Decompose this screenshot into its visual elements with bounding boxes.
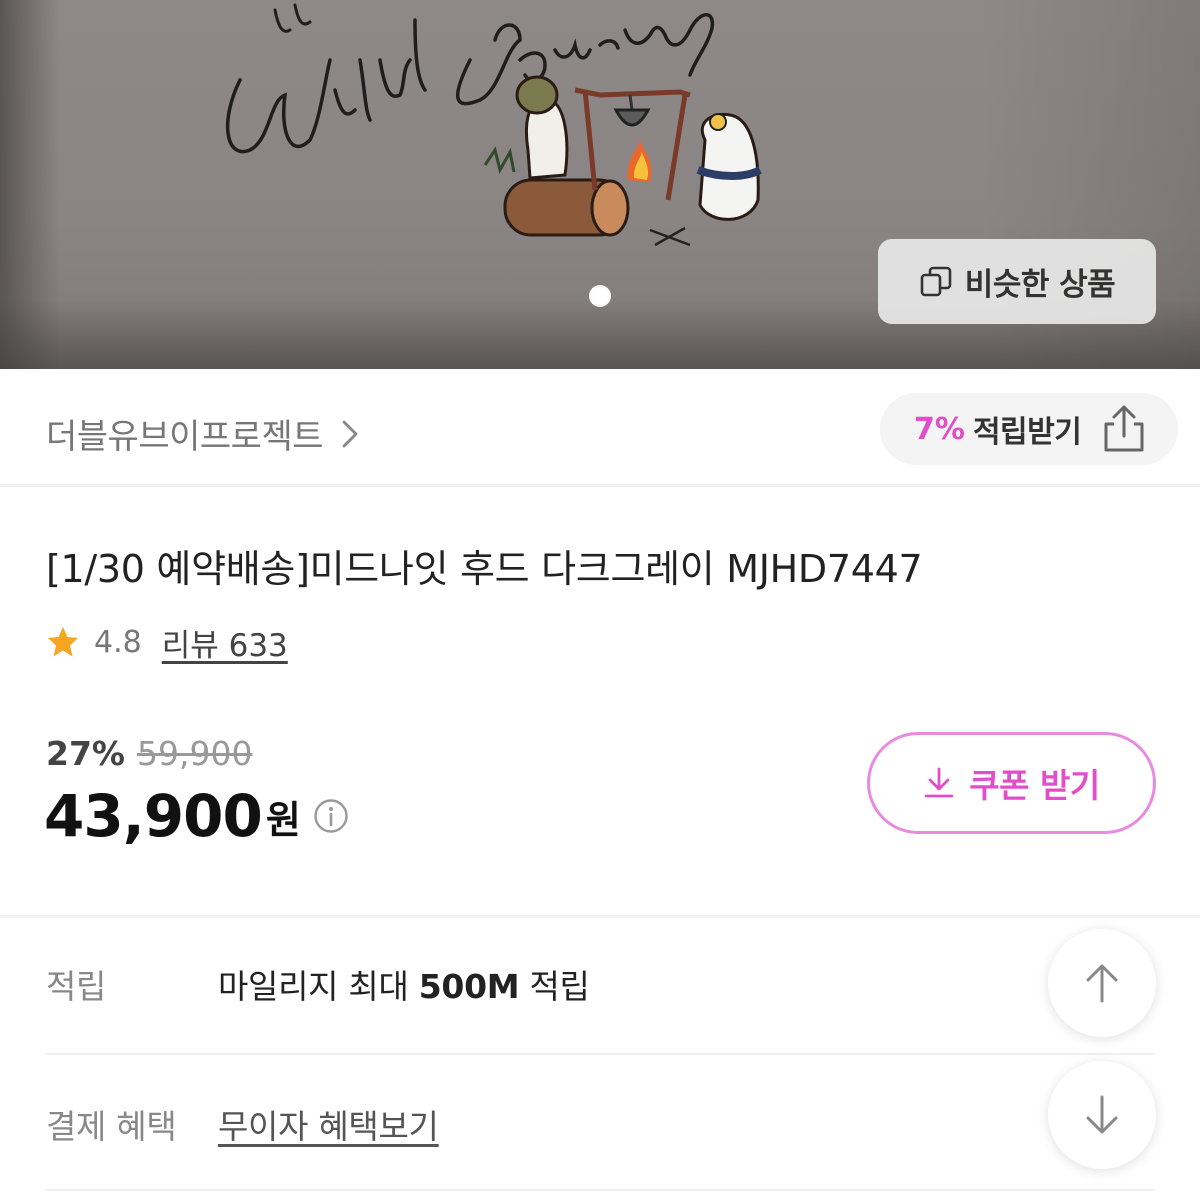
benefit-key: 결제 혜택 bbox=[46, 1107, 177, 1146]
product-detail-page: 비슷한 상품 더블유브이프로젝트 7% 적립받기 [1/30 예약배송]미드나잇… bbox=[0, 0, 1200, 1200]
star-icon bbox=[48, 627, 78, 657]
price-line: 43,900 원 bbox=[44, 782, 349, 850]
coupon-label: 쿠폰 받기 bbox=[969, 766, 1100, 805]
info-icon[interactable] bbox=[313, 798, 349, 834]
benefit-value: 마일리지 최대 500M 적립 bbox=[218, 967, 590, 1006]
rating-score: 4.8 bbox=[94, 624, 142, 660]
brand-row: 더블유브이프로젝트 7% 적립받기 bbox=[0, 369, 1200, 487]
interest-free-link[interactable]: 무이자 혜택보기 bbox=[218, 1100, 439, 1148]
scroll-down-button[interactable] bbox=[1048, 1061, 1156, 1169]
arrow-down-icon bbox=[1086, 1095, 1118, 1134]
benefit-key: 적립 bbox=[46, 967, 107, 1006]
brand-name: 더블유브이프로젝트 bbox=[46, 417, 324, 457]
original-price: 59,900 bbox=[137, 734, 253, 773]
arrow-up-icon bbox=[1086, 964, 1118, 1003]
review-link[interactable]: 리뷰 633 bbox=[162, 620, 288, 665]
download-icon bbox=[924, 767, 954, 798]
reward-percent: 7% bbox=[914, 411, 965, 447]
chevron-right-icon bbox=[342, 420, 358, 447]
sale-price: 43,900 bbox=[44, 782, 263, 850]
section-divider bbox=[0, 915, 1200, 918]
carousel-indicator-dot[interactable] bbox=[589, 285, 611, 307]
reward-label: 적립받기 bbox=[972, 415, 1082, 450]
discount-line: 27% 59,900 bbox=[46, 734, 252, 773]
copy-icon bbox=[920, 266, 952, 296]
benefit-row-mileage: 적립 마일리지 최대 500M 적립 bbox=[46, 954, 1154, 1014]
product-image-carousel[interactable]: 비슷한 상품 bbox=[0, 0, 1200, 369]
rating-row: 4.8 리뷰 633 bbox=[46, 620, 288, 664]
row-divider bbox=[46, 1189, 1154, 1191]
row-divider bbox=[46, 1053, 1154, 1055]
discount-rate: 27% bbox=[46, 734, 125, 773]
similar-products-label: 비슷한 상품 bbox=[964, 267, 1116, 303]
benefit-row-payment: 결제 혜택 무이자 혜택보기 bbox=[46, 1094, 1154, 1154]
brand-link[interactable]: 더블유브이프로젝트 bbox=[46, 409, 361, 458]
coupon-button[interactable]: 쿠폰 받기 bbox=[867, 732, 1156, 834]
share-icon[interactable] bbox=[1098, 404, 1148, 454]
product-title: [1/30 예약배송]미드나잇 후드 다크그레이 MJHD7447 bbox=[46, 547, 923, 591]
currency-label: 원 bbox=[265, 797, 301, 842]
scroll-up-button[interactable] bbox=[1048, 929, 1156, 1037]
similar-products-button[interactable]: 비슷한 상품 bbox=[878, 239, 1156, 324]
